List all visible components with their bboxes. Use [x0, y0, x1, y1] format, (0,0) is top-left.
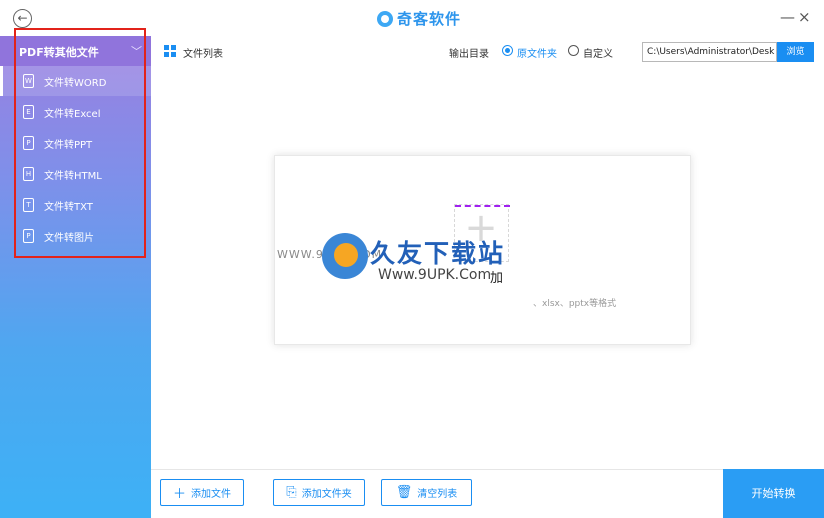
logo-icon: [377, 10, 393, 27]
add-folder-button[interactable]: ⎘ 添加文件夹: [273, 479, 365, 506]
plus-icon: ＋: [172, 487, 186, 502]
output-dir-label: 输出目录: [449, 49, 489, 60]
file-list-title: 文件列表: [183, 49, 223, 60]
minimize-button[interactable]: —: [780, 8, 795, 26]
radio-custom[interactable]: [568, 45, 579, 56]
clear-list-label: 清空列表: [417, 489, 458, 500]
highlight-annotation-box: [14, 28, 146, 258]
radio-source-folder[interactable]: [502, 45, 513, 56]
folder-add-icon: ⎘: [286, 485, 297, 500]
watermark-logo-icon: [322, 233, 368, 279]
toolbar: 文件列表 输出目录 原文件夹 自定义 C:\Users\Administrato…: [151, 36, 824, 66]
radio-source-folder-label[interactable]: 原文件夹: [517, 45, 557, 60]
add-folder-label: 添加文件夹: [301, 489, 352, 500]
watermark-title: 久友下载站: [370, 239, 506, 268]
browse-button[interactable]: 浏览: [777, 42, 814, 62]
start-convert-button[interactable]: 开始转换: [723, 469, 824, 518]
add-file-label: 添加文件: [191, 489, 231, 500]
output-path-field[interactable]: C:\Users\Administrator\Desk: [642, 42, 777, 62]
clear-list-button[interactable]: 🗑 清空列表: [381, 479, 472, 506]
close-button[interactable]: ×: [798, 8, 811, 26]
add-file-button[interactable]: ＋ 添加文件: [160, 479, 244, 506]
grid-icon: [164, 45, 176, 57]
trash-icon: 🗑: [395, 485, 413, 500]
radio-custom-label[interactable]: 自定义: [583, 45, 613, 60]
drop-subtext: 、xlsx、pptx等格式: [533, 299, 617, 309]
app-logo: 奇客软件: [377, 8, 461, 29]
app-name: 奇客软件: [397, 10, 462, 28]
back-icon[interactable]: ←: [13, 9, 32, 28]
watermark-url: Www.9UPK.Com: [378, 267, 492, 283]
